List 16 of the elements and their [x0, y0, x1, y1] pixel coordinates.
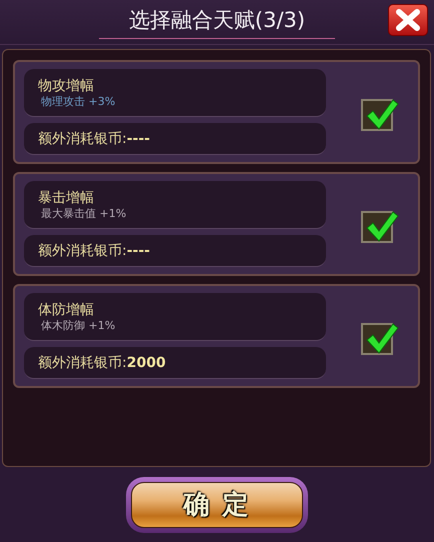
- close-icon: [395, 9, 421, 31]
- cost-value: ----: [126, 242, 150, 258]
- talent-description: 物理攻击 +3%: [40, 94, 116, 108]
- talent-description: 体木防御 +1%: [40, 318, 116, 332]
- talent-name: 物攻增幅: [38, 76, 95, 94]
- cost-label: 额外消耗银币:: [38, 354, 127, 372]
- cost-value: 2000: [126, 354, 166, 370]
- talent-name: 体防增幅: [38, 300, 95, 318]
- cost-label: 额外消耗银币:: [38, 130, 127, 148]
- window-title: 选择融合天赋(3/3): [98, 6, 336, 38]
- close-button[interactable]: [388, 4, 428, 36]
- confirm-button[interactable]: 确 定: [131, 482, 303, 528]
- cost-value: ----: [126, 130, 150, 146]
- talent-description: 最大暴击值 +1%: [40, 206, 128, 220]
- talent-name: 暴击增幅: [38, 188, 95, 206]
- cost-label: 额外消耗银币:: [38, 242, 127, 260]
